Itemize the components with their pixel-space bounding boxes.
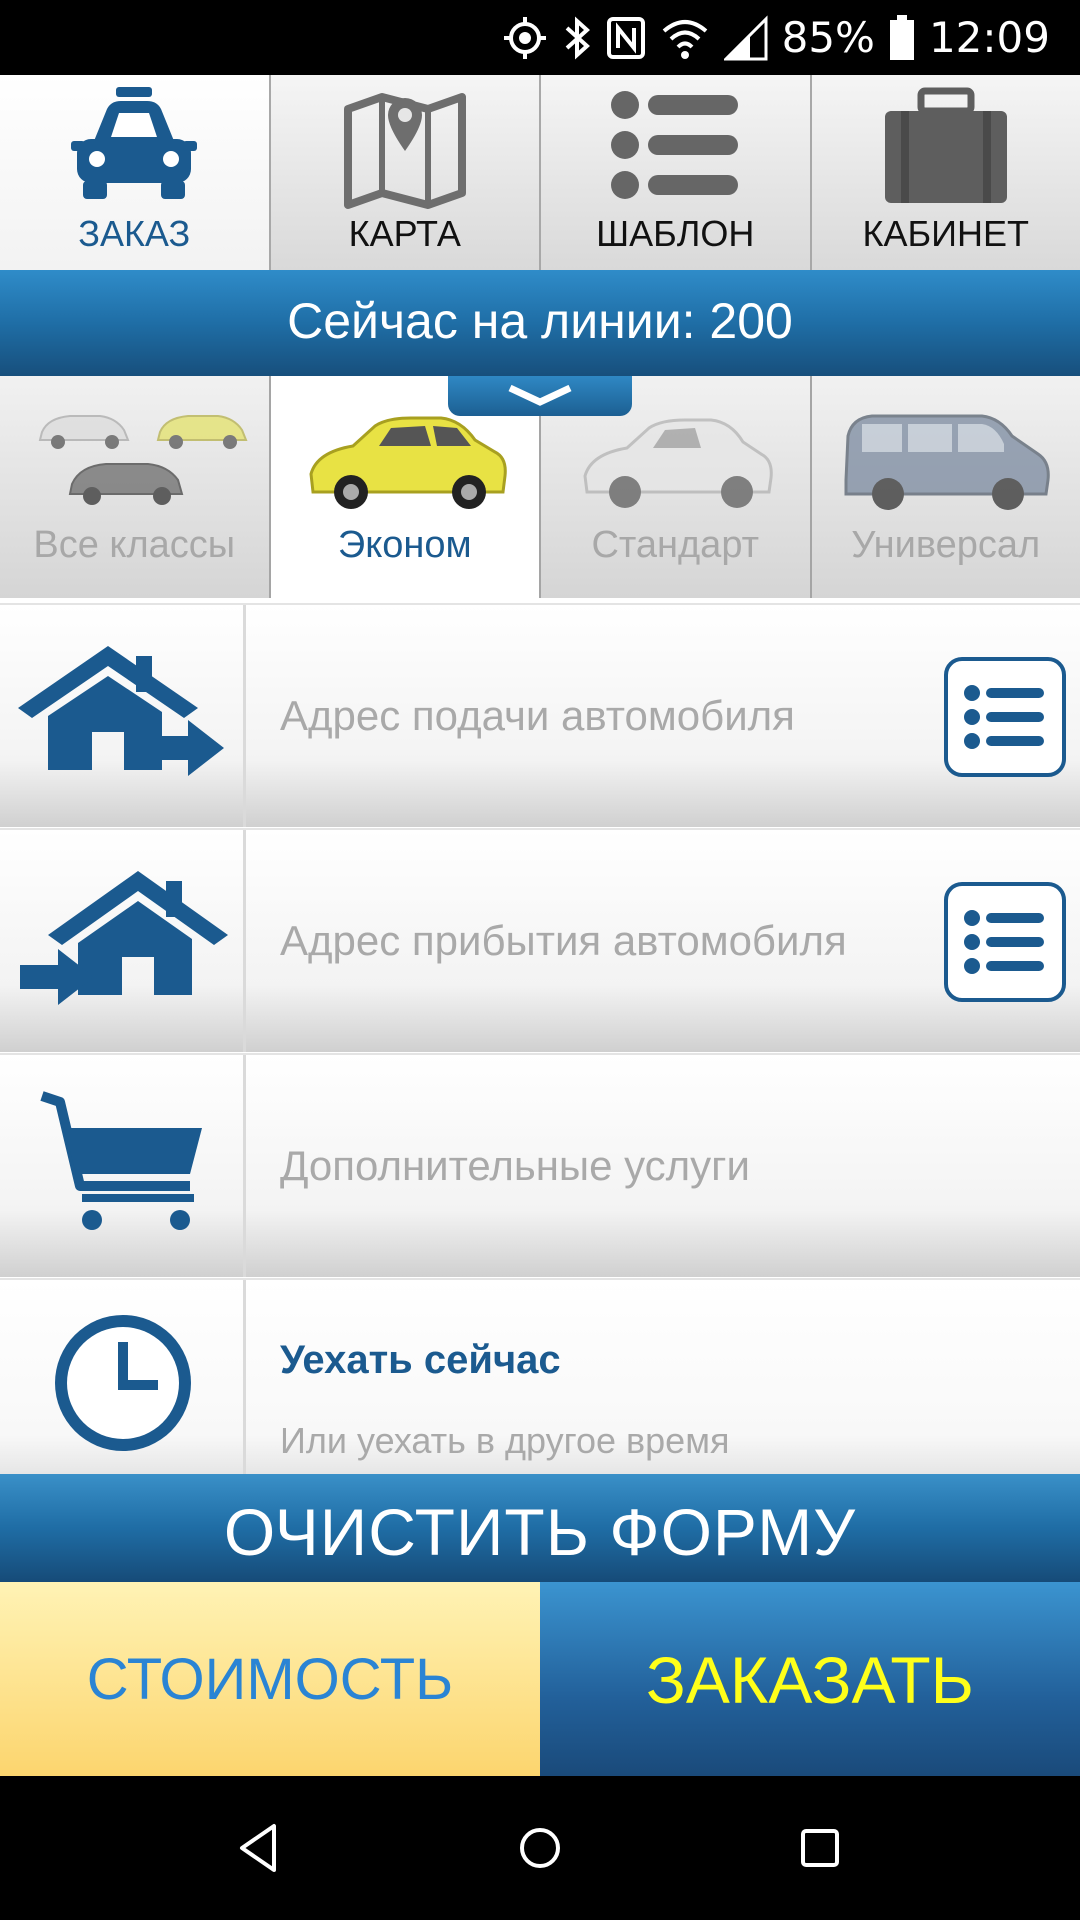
status-icons: 85% 12:09 [502,0,1050,75]
list-icon [964,910,1044,974]
tab-cabinet-label: КАБИНЕТ [862,213,1029,254]
status-bar: 85% 12:09 [0,0,1080,75]
tab-map[interactable]: КАРТА [270,75,541,270]
home-icon[interactable] [510,1818,570,1878]
departure-time-row[interactable]: Уехать сейчас Или уехать в другое время [0,1278,1080,1474]
leave-now-label[interactable]: Уехать сейчас [280,1338,561,1383]
chevron-down-icon [508,384,572,406]
car-group-icon [38,415,248,505]
online-drivers-count: Сейчас на линии: 200 [287,293,793,349]
order-button[interactable]: ЗАКАЗАТЬ [540,1582,1080,1776]
house-arrow-out-icon [18,646,224,776]
taxi-car-icon [71,87,198,199]
time-icon-cell [0,1280,246,1474]
cost-button[interactable]: СТОИМОСТЬ [0,1582,540,1776]
clock-icon [55,1315,191,1451]
tab-map-label: КАРТА [348,213,461,254]
tab-template[interactable]: ШАБЛОН [541,75,812,270]
back-icon[interactable] [230,1818,290,1878]
pickup-address-row[interactable]: Адрес подачи автомобиля [0,603,1080,827]
bluetooth-icon [565,16,590,59]
pickup-address-field[interactable]: Адрес подачи автомобиля [280,605,795,827]
tab-order[interactable]: ЗАКАЗ [0,75,271,270]
extra-services-field[interactable]: Дополнительные услуги [280,1055,750,1277]
clear-form-button[interactable]: ОЧИСТИТЬ ФОРМУ [0,1474,1080,1582]
destination-address-row[interactable]: Адрес прибытия автомобиля [0,828,1080,1052]
map-pin-icon [343,93,466,209]
battery-icon [889,14,914,60]
battery-percent: 85% [781,13,875,62]
leave-later-label[interactable]: Или уехать в другое время [280,1420,729,1462]
top-tabs: ЗАКАЗ КАРТА ШАБЛОН КАБИНЕТ [0,75,1080,270]
house-arrow-in-icon [20,871,228,1005]
clear-form-label: ОЧИСТИТЬ ФОРМУ [223,1495,857,1569]
pickup-list-button[interactable] [944,657,1066,777]
destination-list-button[interactable] [944,882,1066,1002]
services-icon-cell [0,1055,246,1277]
clock-time: 12:09 [928,13,1050,62]
location-icon [503,16,546,59]
destination-icon-cell [0,830,246,1052]
tab-template-label: ШАБЛОН [596,213,755,254]
system-nav-bar [0,1776,1080,1920]
order-label: ЗАКАЗАТЬ [646,1643,974,1717]
recents-icon[interactable] [790,1818,850,1878]
wagon-car-icon [844,414,1050,510]
wifi-icon [662,19,707,59]
car-class-all[interactable]: Все классы [0,376,271,598]
car-class-wagon[interactable]: Универсал [811,376,1080,598]
list-icon [964,685,1044,749]
extra-services-row[interactable]: Дополнительные услуги [0,1053,1080,1277]
online-banner: Сейчас на линии: 200 [0,270,1080,376]
cart-icon [40,1091,202,1230]
car-class-all-label: Все классы [33,524,236,566]
car-class-standard-label: Стандарт [591,524,760,566]
destination-address-field[interactable]: Адрес прибытия автомобиля [280,830,847,1052]
tab-cabinet[interactable]: КАБИНЕТ [811,75,1080,270]
expand-toggle[interactable] [448,376,632,416]
cost-label: СТОИМОСТЬ [86,1647,454,1712]
tab-order-label: ЗАКАЗ [78,213,191,254]
pickup-icon-cell [0,605,246,827]
nfc-icon [606,16,645,59]
list-icon [611,91,739,199]
car-class-wagon-label: Универсал [851,524,1041,566]
briefcase-icon [884,87,1007,203]
signal-icon [723,14,768,60]
car-class-economy-label: Эконом [337,524,472,566]
